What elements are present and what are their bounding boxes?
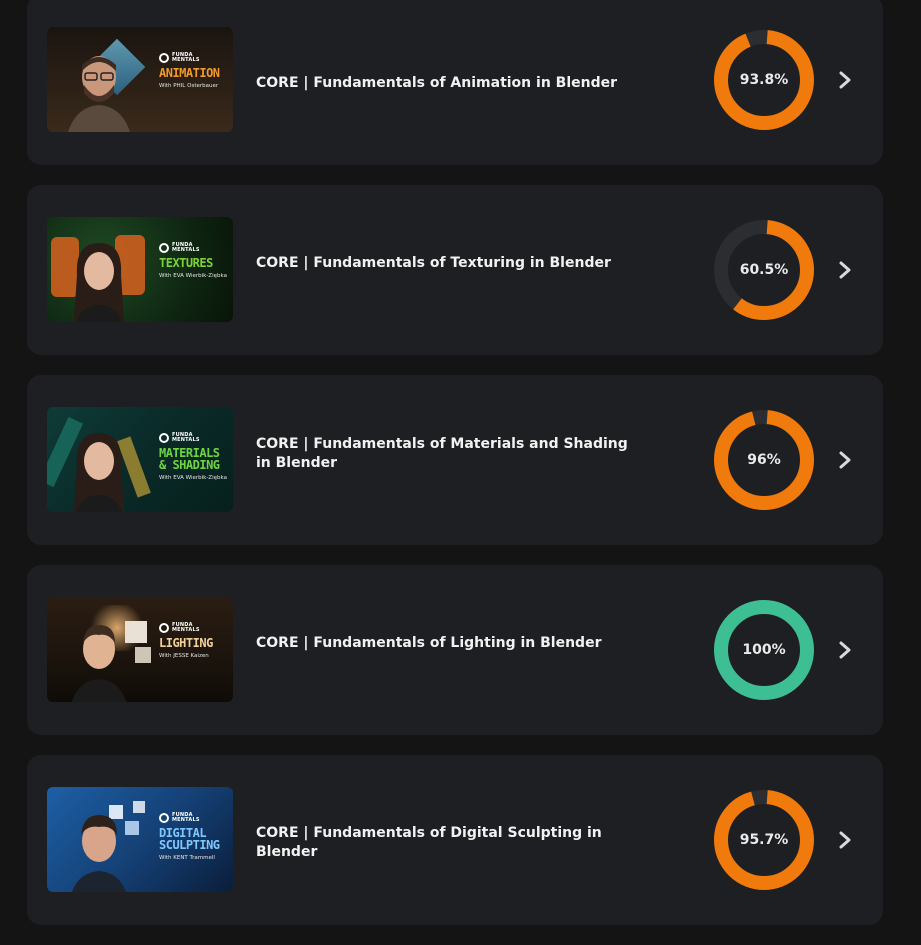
thumbnail-branding: FUNDA MENTALS LIGHTING With JESSE Kaizen (159, 623, 229, 659)
thumbnail-presenter: With JESSE Kaizen (159, 653, 209, 659)
chevron-right-icon[interactable] (835, 68, 855, 92)
course-thumbnail: FUNDA MENTALS TEXTURES With EVA Wierbik-… (47, 217, 233, 322)
course-list: FUNDA MENTALS ANIMATION With PHIL Osterb… (27, 0, 883, 945)
chevron-right-icon[interactable] (835, 828, 855, 852)
course-card-animation[interactable]: FUNDA MENTALS ANIMATION With PHIL Osterb… (27, 0, 883, 165)
course-title[interactable]: CORE | Fundamentals of Texturing in Blen… (256, 254, 636, 273)
fundamentals-logo-icon (159, 433, 169, 443)
progress-ring: 93.8% (713, 29, 815, 131)
course-card-lighting[interactable]: FUNDA MENTALS LIGHTING With JESSE Kaizen… (27, 565, 883, 735)
thumbnail-presenter: With PHIL Osterbauer (159, 83, 219, 89)
course-title[interactable]: CORE | Fundamentals of Animation in Blen… (256, 74, 636, 93)
thumbnail-subject: ANIMATION (159, 66, 220, 80)
course-card-digital-sculpting[interactable]: FUNDA MENTALS DIGITAL SCULPTING With KEN… (27, 755, 883, 925)
progress-percent: 96% (747, 452, 781, 468)
presenter-portrait (73, 433, 125, 512)
course-thumbnail: FUNDA MENTALS DIGITAL SCULPTING With KEN… (47, 787, 233, 892)
presenter-portrait (72, 815, 126, 892)
thumbnail-subject: LIGHTING (159, 636, 213, 650)
course-thumbnail: FUNDA MENTALS LIGHTING With JESSE Kaizen (47, 597, 233, 702)
fundamentals-logo-icon (159, 813, 169, 823)
chevron-right-icon[interactable] (835, 258, 855, 282)
progress-ring: 100% (713, 599, 815, 701)
thumbnail-branding: FUNDA MENTALS MATERIALS & SHADING With E… (159, 433, 229, 481)
presenter-portrait (71, 625, 127, 702)
thumbnail-presenter: With KENT Trammell (159, 855, 215, 861)
progress-percent: 95.7% (739, 832, 789, 848)
progress-ring: 60.5% (713, 219, 815, 321)
fundamentals-logo-icon (159, 243, 169, 253)
thumbnail-branding: FUNDA MENTALS TEXTURES With EVA Wierbik-… (159, 243, 229, 279)
thumbnail-branding: FUNDA MENTALS DIGITAL SCULPTING With KEN… (159, 813, 229, 861)
progress-percent: 93.8% (739, 72, 789, 88)
course-title[interactable]: CORE | Fundamentals of Lighting in Blend… (256, 634, 636, 653)
progress-ring: 96% (713, 409, 815, 511)
course-thumbnail: FUNDA MENTALS MATERIALS & SHADING With E… (47, 407, 233, 512)
fundamentals-logo-icon (159, 53, 169, 63)
course-thumbnail: FUNDA MENTALS ANIMATION With PHIL Osterb… (47, 27, 233, 132)
chevron-right-icon[interactable] (835, 638, 855, 662)
progress-ring: 95.7% (713, 789, 815, 891)
presenter-portrait (73, 243, 125, 322)
presenter-portrait (68, 56, 130, 132)
course-title[interactable]: CORE | Fundamentals of Materials and Sha… (256, 435, 636, 473)
progress-percent: 100% (742, 642, 786, 658)
thumbnail-presenter: With EVA Wierbik-Ziębka (159, 475, 227, 481)
course-title[interactable]: CORE | Fundamentals of Digital Sculpting… (256, 824, 636, 862)
course-card-materials-shading[interactable]: FUNDA MENTALS MATERIALS & SHADING With E… (27, 375, 883, 545)
fundamentals-logo-icon (159, 623, 169, 633)
thumbnail-subject: DIGITAL SCULPTING (159, 826, 220, 852)
progress-percent: 60.5% (739, 262, 789, 278)
thumbnail-subject: MATERIALS & SHADING (159, 446, 220, 472)
chevron-right-icon[interactable] (835, 448, 855, 472)
thumbnail-branding: FUNDA MENTALS ANIMATION With PHIL Osterb… (159, 53, 229, 89)
thumbnail-presenter: With EVA Wierbik-Ziębka (159, 273, 227, 279)
thumbnail-subject: TEXTURES (159, 256, 213, 270)
course-card-texturing[interactable]: FUNDA MENTALS TEXTURES With EVA Wierbik-… (27, 185, 883, 355)
